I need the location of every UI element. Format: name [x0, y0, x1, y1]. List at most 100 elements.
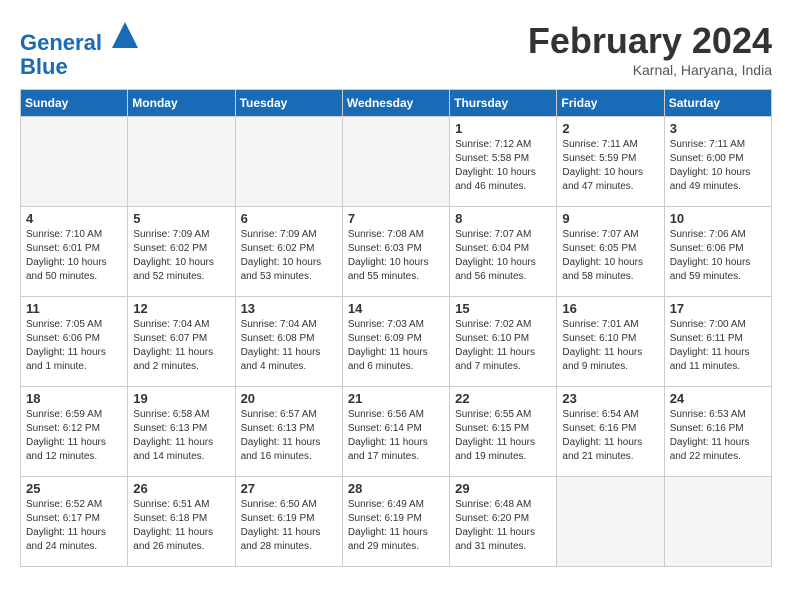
- day-info: Sunrise: 7:09 AM Sunset: 6:02 PM Dayligh…: [133, 228, 229, 284]
- calendar-body: 1 Sunrise: 7:12 AM Sunset: 5:58 PM Daylig…: [21, 117, 772, 567]
- day-info: Sunrise: 7:00 AM Sunset: 6:11 PM Dayligh…: [670, 318, 766, 374]
- day-number: 20: [241, 391, 337, 406]
- day-cell-18: 18Sunrise: 6:59 AM Sunset: 6:12 PM Dayli…: [21, 387, 128, 477]
- day-header-tuesday: Tuesday: [235, 90, 342, 117]
- day-cell-19: 19 Sunrise: 6:58 AM Sunset: 6:13 PM Dayli…: [128, 387, 235, 477]
- day-number: 23: [562, 391, 658, 406]
- day-header-sunday: Sunday: [21, 90, 128, 117]
- day-info: Sunrise: 6:55 AM Sunset: 6:15 PM Dayligh…: [455, 408, 551, 464]
- day-cell-4: 4 Sunrise: 7:10 AM Sunset: 6:01 PM Daylig…: [21, 207, 128, 297]
- empty-cell: [21, 117, 128, 207]
- day-number: 5: [133, 211, 229, 226]
- day-cell-27: 27Sunrise: 6:50 AM Sunset: 6:19 PM Dayli…: [235, 477, 342, 567]
- title-block: February 2024 Karnal, Haryana, India: [528, 20, 772, 78]
- day-cell-9: 9Sunrise: 7:07 AM Sunset: 6:05 PM Daylig…: [557, 207, 664, 297]
- day-info: Sunrise: 7:03 AM Sunset: 6:09 PM Dayligh…: [348, 318, 444, 374]
- day-cell-23: 23 Sunrise: 6:54 AM Sunset: 6:16 PM Dayli…: [557, 387, 664, 477]
- day-info: Sunrise: 7:10 AM Sunset: 6:01 PM Dayligh…: [26, 228, 122, 284]
- day-number: 4: [26, 211, 122, 226]
- day-cell-3: 3 Sunrise: 7:11 AM Sunset: 6:00 PM Daylig…: [664, 117, 771, 207]
- day-header-thursday: Thursday: [450, 90, 557, 117]
- day-cell-21: 21 Sunrise: 6:56 AM Sunset: 6:14 PM Dayli…: [342, 387, 449, 477]
- day-info: Sunrise: 6:48 AM Sunset: 6:20 PM Dayligh…: [455, 498, 551, 554]
- day-info: Sunrise: 7:05 AM Sunset: 6:06 PM Dayligh…: [26, 318, 122, 374]
- day-info: Sunrise: 7:04 AM Sunset: 6:07 PM Dayligh…: [133, 318, 229, 374]
- day-cell-12: 12 Sunrise: 7:04 AM Sunset: 6:07 PM Dayli…: [128, 297, 235, 387]
- logo-general: General: [20, 30, 102, 55]
- day-cell-10: 10Sunrise: 7:06 AM Sunset: 6:06 PM Dayli…: [664, 207, 771, 297]
- day-cell-2: 2 Sunrise: 7:11 AM Sunset: 5:59 PM Daylig…: [557, 117, 664, 207]
- day-number: 21: [348, 391, 444, 406]
- day-cell-13: 13 Sunrise: 7:04 AM Sunset: 6:08 PM Dayli…: [235, 297, 342, 387]
- calendar-header-row: SundayMondayTuesdayWednesdayThursdayFrid…: [21, 90, 772, 117]
- day-info: Sunrise: 7:12 AM Sunset: 5:58 PM Dayligh…: [455, 138, 551, 194]
- day-cell-24: 24 Sunrise: 6:53 AM Sunset: 6:16 PM Dayli…: [664, 387, 771, 477]
- empty-cell: [664, 477, 771, 567]
- day-number: 12: [133, 301, 229, 316]
- week-row-1: 1 Sunrise: 7:12 AM Sunset: 5:58 PM Daylig…: [21, 117, 772, 207]
- day-number: 25: [26, 481, 122, 496]
- logo-blue: Blue: [20, 54, 68, 79]
- day-cell-22: 22 Sunrise: 6:55 AM Sunset: 6:15 PM Dayli…: [450, 387, 557, 477]
- logo-icon: [110, 20, 140, 50]
- day-number: 28: [348, 481, 444, 496]
- day-cell-6: 6Sunrise: 7:09 AM Sunset: 6:02 PM Daylig…: [235, 207, 342, 297]
- empty-cell: [128, 117, 235, 207]
- day-info: Sunrise: 7:08 AM Sunset: 6:03 PM Dayligh…: [348, 228, 444, 284]
- week-row-5: 25 Sunrise: 6:52 AM Sunset: 6:17 PM Dayli…: [21, 477, 772, 567]
- day-number: 1: [455, 121, 551, 136]
- day-info: Sunrise: 6:54 AM Sunset: 6:16 PM Dayligh…: [562, 408, 658, 464]
- week-row-2: 4 Sunrise: 7:10 AM Sunset: 6:01 PM Daylig…: [21, 207, 772, 297]
- day-cell-29: 29 Sunrise: 6:48 AM Sunset: 6:20 PM Dayli…: [450, 477, 557, 567]
- day-info: Sunrise: 6:57 AM Sunset: 6:13 PM Dayligh…: [241, 408, 337, 464]
- week-row-4: 18Sunrise: 6:59 AM Sunset: 6:12 PM Dayli…: [21, 387, 772, 477]
- day-number: 14: [348, 301, 444, 316]
- day-number: 24: [670, 391, 766, 406]
- day-info: Sunrise: 6:52 AM Sunset: 6:17 PM Dayligh…: [26, 498, 122, 554]
- day-cell-7: 7 Sunrise: 7:08 AM Sunset: 6:03 PM Daylig…: [342, 207, 449, 297]
- day-number: 13: [241, 301, 337, 316]
- day-number: 8: [455, 211, 551, 226]
- day-cell-26: 26 Sunrise: 6:51 AM Sunset: 6:18 PM Dayli…: [128, 477, 235, 567]
- day-info: Sunrise: 7:06 AM Sunset: 6:06 PM Dayligh…: [670, 228, 766, 284]
- day-number: 15: [455, 301, 551, 316]
- day-header-monday: Monday: [128, 90, 235, 117]
- day-info: Sunrise: 7:01 AM Sunset: 6:10 PM Dayligh…: [562, 318, 658, 374]
- day-number: 27: [241, 481, 337, 496]
- day-info: Sunrise: 6:51 AM Sunset: 6:18 PM Dayligh…: [133, 498, 229, 554]
- day-number: 16: [562, 301, 658, 316]
- page-header: General Blue February 2024 Karnal, Harya…: [20, 20, 772, 79]
- day-number: 22: [455, 391, 551, 406]
- day-cell-14: 14 Sunrise: 7:03 AM Sunset: 6:09 PM Dayli…: [342, 297, 449, 387]
- day-number: 6: [241, 211, 337, 226]
- logo: General Blue: [20, 20, 140, 79]
- day-number: 19: [133, 391, 229, 406]
- day-info: Sunrise: 6:58 AM Sunset: 6:13 PM Dayligh…: [133, 408, 229, 464]
- day-cell-25: 25 Sunrise: 6:52 AM Sunset: 6:17 PM Dayli…: [21, 477, 128, 567]
- week-row-3: 11 Sunrise: 7:05 AM Sunset: 6:06 PM Dayli…: [21, 297, 772, 387]
- empty-cell: [342, 117, 449, 207]
- day-cell-20: 20 Sunrise: 6:57 AM Sunset: 6:13 PM Dayli…: [235, 387, 342, 477]
- empty-cell: [557, 477, 664, 567]
- day-cell-28: 28Sunrise: 6:49 AM Sunset: 6:19 PM Dayli…: [342, 477, 449, 567]
- location: Karnal, Haryana, India: [528, 62, 772, 78]
- day-number: 11: [26, 301, 122, 316]
- day-cell-8: 8Sunrise: 7:07 AM Sunset: 6:04 PM Daylig…: [450, 207, 557, 297]
- day-info: Sunrise: 7:04 AM Sunset: 6:08 PM Dayligh…: [241, 318, 337, 374]
- day-header-friday: Friday: [557, 90, 664, 117]
- day-number: 17: [670, 301, 766, 316]
- day-cell-5: 5 Sunrise: 7:09 AM Sunset: 6:02 PM Daylig…: [128, 207, 235, 297]
- calendar-table: SundayMondayTuesdayWednesdayThursdayFrid…: [20, 89, 772, 567]
- empty-cell: [235, 117, 342, 207]
- day-info: Sunrise: 7:11 AM Sunset: 5:59 PM Dayligh…: [562, 138, 658, 194]
- day-info: Sunrise: 7:07 AM Sunset: 6:05 PM Dayligh…: [562, 228, 658, 284]
- day-number: 7: [348, 211, 444, 226]
- day-info: Sunrise: 6:53 AM Sunset: 6:16 PM Dayligh…: [670, 408, 766, 464]
- day-info: Sunrise: 7:11 AM Sunset: 6:00 PM Dayligh…: [670, 138, 766, 194]
- day-info: Sunrise: 6:56 AM Sunset: 6:14 PM Dayligh…: [348, 408, 444, 464]
- month-title: February 2024: [528, 20, 772, 62]
- day-number: 2: [562, 121, 658, 136]
- day-number: 26: [133, 481, 229, 496]
- day-number: 3: [670, 121, 766, 136]
- day-number: 29: [455, 481, 551, 496]
